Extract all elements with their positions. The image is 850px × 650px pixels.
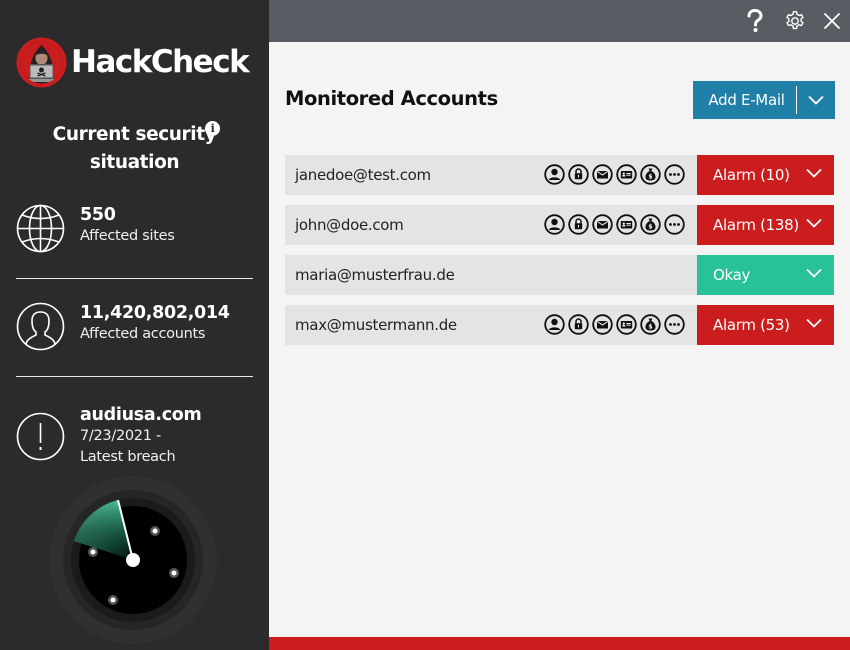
more-icon <box>664 164 685 185</box>
status-alarm-button[interactable]: Alarm (138) <box>697 205 834 245</box>
account-row[interactable]: maria@musterfrau.de Okay <box>285 255 834 295</box>
personal-data-icon <box>544 164 565 185</box>
email-envelope-icon <box>592 214 613 235</box>
latest-breach-date: 7/23/2021 - <box>80 428 161 444</box>
id-card-icon <box>616 314 637 335</box>
more-icon <box>664 314 685 335</box>
page-title: Monitored Accounts <box>285 87 498 110</box>
more-icon <box>664 214 685 235</box>
status-label: Alarm (53) <box>713 316 790 334</box>
gear-icon <box>786 11 804 30</box>
stat-latest-breach: audiusa.com 7/23/2021 - Latest breach <box>16 404 202 468</box>
hacker-logo-icon <box>16 37 67 88</box>
account-row[interactable]: max@mustermann.de $ Alarm (53) <box>285 305 834 345</box>
situation-line-1: Current security <box>52 124 217 145</box>
status-okay-button[interactable]: Okay <box>697 255 834 295</box>
breach-category-icons: $ <box>544 314 688 335</box>
account-email: maria@musterfrau.de <box>295 266 455 284</box>
personal-data-icon <box>544 214 565 235</box>
app-logo: HackCheck <box>16 37 250 88</box>
divider <box>16 278 253 279</box>
status-label: Alarm (138) <box>713 216 799 234</box>
affected-sites-value: 550 <box>80 205 116 225</box>
financial-money-bag-icon: $ <box>640 214 661 235</box>
email-envelope-icon <box>592 314 613 335</box>
breach-category-icons: $ <box>544 214 688 235</box>
status-label: Alarm (10) <box>713 166 790 184</box>
account-row[interactable]: janedoe@test.com $ Alarm (10) <box>285 155 834 195</box>
breach-category-icons: $ <box>544 164 688 185</box>
stat-affected-sites: 550 Affected sites <box>16 204 175 253</box>
password-lock-icon <box>568 214 589 235</box>
status-alarm-button[interactable]: Alarm (10) <box>697 155 834 195</box>
financial-money-bag-icon: $ <box>640 314 661 335</box>
status-alarm-button[interactable]: Alarm (53) <box>697 305 834 345</box>
password-lock-icon <box>568 164 589 185</box>
stat-affected-accounts: 11,420,802,014 Affected accounts <box>16 302 230 351</box>
chevron-down-icon <box>806 218 822 228</box>
svg-text:$: $ <box>648 224 652 231</box>
divider <box>16 376 253 377</box>
sidebar: HackCheck Current security situation i 5… <box>0 0 269 650</box>
situation-line-2: situation <box>89 152 180 173</box>
account-row[interactable]: john@doe.com $ Alarm (138) <box>285 205 834 245</box>
close-icon <box>823 12 841 30</box>
svg-text:$: $ <box>648 324 652 331</box>
email-envelope-icon <box>592 164 613 185</box>
account-email: janedoe@test.com <box>295 166 431 184</box>
chevron-down-icon <box>806 268 822 278</box>
settings-button[interactable] <box>781 7 809 35</box>
affected-accounts-value: 11,420,802,014 <box>80 303 230 323</box>
app-name: HackCheck <box>71 44 250 80</box>
affected-sites-label: Affected sites <box>80 228 175 244</box>
info-icon[interactable]: i <box>205 121 220 136</box>
radar-scanner-icon <box>49 476 217 644</box>
help-icon <box>747 9 763 32</box>
password-lock-icon <box>568 314 589 335</box>
exclamation-icon <box>16 412 65 461</box>
add-email-button[interactable]: Add E-Mail <box>693 81 835 119</box>
chevron-down-icon <box>806 168 822 178</box>
security-situation-title: Current security situation i <box>0 121 269 177</box>
add-email-label: Add E-Mail <box>708 91 785 109</box>
account-email: john@doe.com <box>295 216 404 234</box>
close-button[interactable] <box>818 7 846 35</box>
id-card-icon <box>616 214 637 235</box>
affected-accounts-label: Affected accounts <box>80 326 206 342</box>
user-icon <box>16 302 65 351</box>
status-label: Okay <box>713 266 751 284</box>
latest-breach-label: Latest breach <box>80 449 176 465</box>
add-email-dropdown[interactable] <box>797 95 835 105</box>
id-card-icon <box>616 164 637 185</box>
financial-money-bag-icon: $ <box>640 164 661 185</box>
title-bar <box>269 0 850 42</box>
latest-breach-site: audiusa.com <box>80 405 202 425</box>
globe-icon <box>16 204 65 253</box>
status-bar <box>269 637 850 650</box>
svg-text:$: $ <box>648 174 652 181</box>
personal-data-icon <box>544 314 565 335</box>
account-email: max@mustermann.de <box>295 316 457 334</box>
chevron-down-icon <box>806 318 822 328</box>
help-button[interactable] <box>741 7 769 35</box>
chevron-down-icon <box>808 95 824 105</box>
